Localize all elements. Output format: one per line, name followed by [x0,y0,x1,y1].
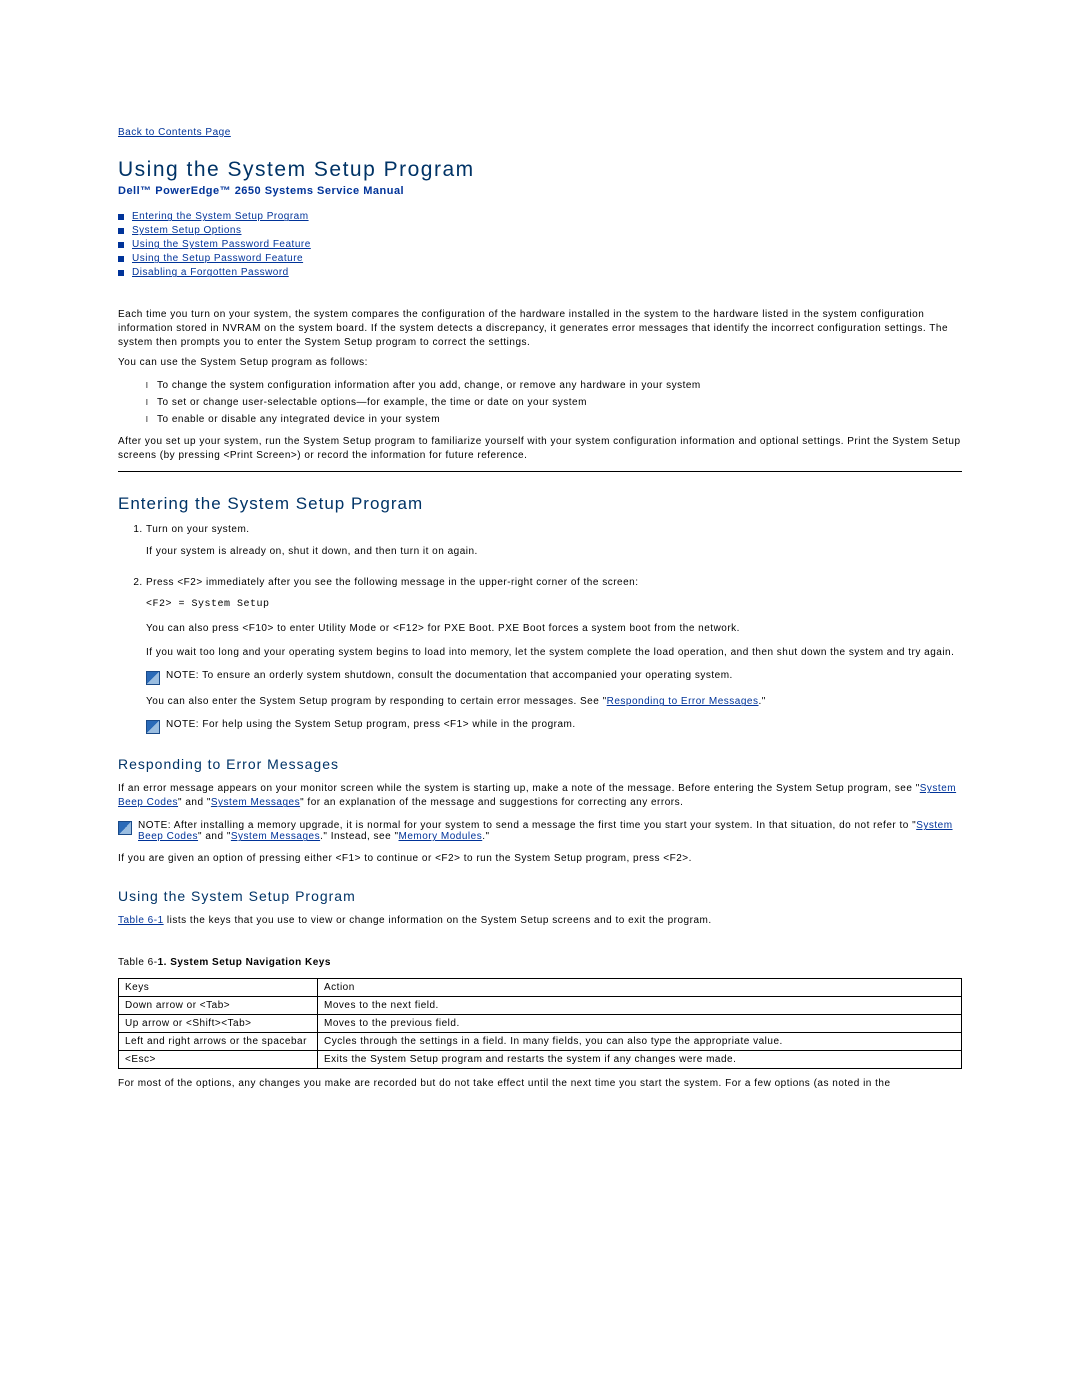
table-row: <Esc> Exits the System Setup program and… [119,1051,962,1069]
text-fragment: ." [482,831,489,842]
step-body-text: If your system is already on, shut it do… [146,545,962,559]
code-sample: <F2> = System Setup [146,598,962,612]
text-fragment: If an error message appears on your moni… [118,783,920,794]
table-cell: Moves to the previous field. [318,1015,962,1033]
toc-link-options[interactable]: System Setup Options [132,225,242,236]
intro-paragraph: Each time you turn on your system, the s… [118,308,962,350]
subsection-heading-using: Using the System Setup Program [118,888,962,904]
bullet-icon [118,228,124,234]
bullet-icon [118,270,124,276]
table-header-action: Action [318,979,962,997]
step-text: Press <F2> immediately after you see the… [146,577,639,588]
table-cell: Exits the System Setup program and resta… [318,1051,962,1069]
text-fragment: Table 6- [118,957,158,968]
toc-link-entering[interactable]: Entering the System Setup Program [132,211,309,222]
steps-list: Turn on your system. If your system is a… [136,524,962,734]
table-cell: Left and right arrows or the spacebar [119,1033,318,1051]
body-text: For most of the options, any changes you… [118,1077,962,1091]
step-body-text: You can also enter the System Setup prog… [146,695,962,709]
text-fragment: " for an explanation of the message and … [300,797,683,808]
responding-link[interactable]: Responding to Error Messages [607,696,759,707]
step-item: Turn on your system. If your system is a… [146,524,962,559]
table-row: Left and right arrows or the spacebar Cy… [119,1033,962,1051]
note-text: NOTE: After installing a memory upgrade,… [138,820,962,842]
text-fragment: You can also enter the System Setup prog… [146,696,607,707]
memory-modules-link[interactable]: Memory Modules [399,831,483,842]
section-heading-entering: Entering the System Setup Program [118,494,962,514]
bullet-icon [118,242,124,248]
toc-link-disabling[interactable]: Disabling a Forgotten Password [132,267,289,278]
table-row: Down arrow or <Tab> Moves to the next fi… [119,997,962,1015]
body-text: Table 6-1 lists the keys that you use to… [118,914,962,928]
text-fragment: ." [759,696,766,707]
toc-link-system-password[interactable]: Using the System Password Feature [132,239,311,250]
toc-list: Entering the System Setup Program System… [118,211,962,278]
divider [118,471,962,472]
subtitle: Dell™ PowerEdge™ 2650 Systems Service Ma… [118,184,962,199]
table-cell: Up arrow or <Shift><Tab> [119,1015,318,1033]
note: NOTE: For help using the System Setup pr… [146,719,962,734]
table-row: Up arrow or <Shift><Tab> Moves to the pr… [119,1015,962,1033]
bullet-icon [118,214,124,220]
note-icon [118,821,132,835]
table-row: Keys Action [119,979,962,997]
list-item: To set or change user-selectable options… [146,397,962,408]
intro-list: To change the system configuration infor… [146,380,962,425]
page-title: Using the System Setup Program [118,158,962,182]
text-fragment: " and " [178,797,211,808]
table-cell: Down arrow or <Tab> [119,997,318,1015]
note-icon [146,720,160,734]
table-header-keys: Keys [119,979,318,997]
step-body-text: You can also press <F10> to enter Utilit… [146,622,962,636]
bullet-icon [118,256,124,262]
back-to-contents-link[interactable]: Back to Contents Page [118,127,231,138]
body-text: If an error message appears on your moni… [118,782,962,810]
intro-paragraph: After you set up your system, run the Sy… [118,435,962,463]
table-cell: Moves to the next field. [318,997,962,1015]
table-cell: Cycles through the settings in a field. … [318,1033,962,1051]
table-caption: Table 6-1. System Setup Navigation Keys [118,956,962,970]
navigation-keys-table: Keys Action Down arrow or <Tab> Moves to… [118,978,962,1069]
step-body-text: If you wait too long and your operating … [146,646,962,660]
text-fragment: ." Instead, see " [320,831,398,842]
note-text: NOTE: To ensure an orderly system shutdo… [166,670,733,681]
toc-link-setup-password[interactable]: Using the Setup Password Feature [132,253,303,264]
table-cell: <Esc> [119,1051,318,1069]
list-item: To change the system configuration infor… [146,380,962,391]
body-text: If you are given an option of pressing e… [118,852,962,866]
step-text: Turn on your system. [146,524,250,535]
step-item: Press <F2> immediately after you see the… [146,577,962,734]
system-messages-link[interactable]: System Messages [231,831,320,842]
note: NOTE: After installing a memory upgrade,… [118,820,962,842]
text-fragment: 1. System Setup Navigation Keys [158,957,331,968]
text-fragment: " and " [198,831,231,842]
text-fragment: NOTE: After installing a memory upgrade,… [138,820,916,831]
system-messages-link[interactable]: System Messages [211,797,300,808]
subsection-heading-responding: Responding to Error Messages [118,756,962,772]
note-icon [146,671,160,685]
note-text: NOTE: For help using the System Setup pr… [166,719,576,730]
list-item: To enable or disable any integrated devi… [146,414,962,425]
note: NOTE: To ensure an orderly system shutdo… [146,670,962,685]
text-fragment: lists the keys that you use to view or c… [164,915,712,926]
intro-paragraph: You can use the System Setup program as … [118,356,962,370]
table-6-1-link[interactable]: Table 6-1 [118,915,164,926]
